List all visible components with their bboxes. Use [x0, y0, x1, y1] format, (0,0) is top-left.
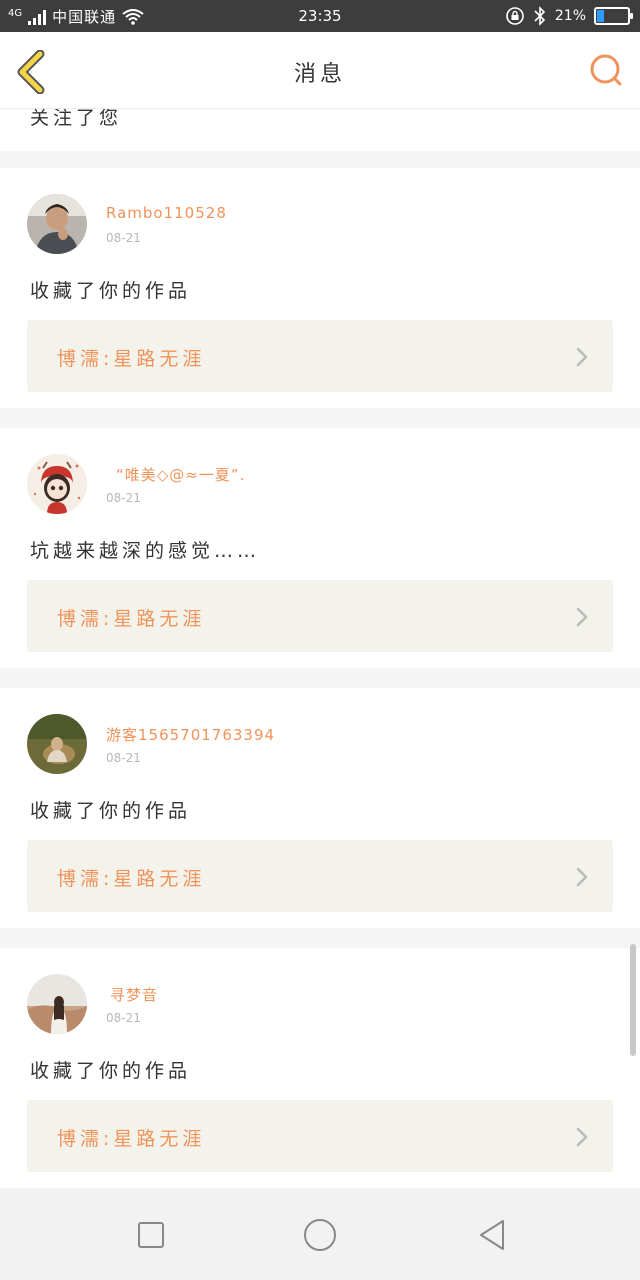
- work-title: 博濡:星路无涯: [57, 1128, 206, 1150]
- message-text: 收藏了你的作品: [30, 800, 192, 822]
- message-list[interactable]: 关注了您 Rambo110528 08-21 收藏了你的作品 博濡:星路无涯 “…: [0, 109, 640, 1190]
- username[interactable]: Rambo110528: [106, 204, 227, 222]
- work-link[interactable]: 博濡:星路无涯: [27, 840, 613, 912]
- message-date: 08-21: [106, 231, 141, 245]
- message-date: 08-21: [106, 491, 141, 505]
- list-item-partial[interactable]: 关注了您: [0, 109, 640, 151]
- message-text: 坑越来越深的感觉……: [30, 540, 261, 562]
- message-text: 收藏了你的作品: [30, 280, 192, 302]
- work-title: 博濡:星路无涯: [57, 348, 206, 370]
- square-icon[interactable]: [136, 1220, 166, 1250]
- app-header: 消息: [0, 32, 640, 109]
- message-date: 08-21: [106, 751, 141, 765]
- triangle-back-icon[interactable]: [476, 1218, 508, 1252]
- page-title: 消息: [293, 62, 346, 87]
- avatar[interactable]: [27, 194, 87, 254]
- rotation-lock-icon: [506, 7, 524, 25]
- system-nav-bar: [0, 1190, 640, 1280]
- list-item[interactable]: Rambo110528 08-21 收藏了你的作品 博濡:星路无涯: [0, 168, 640, 408]
- chevron-right-icon: [576, 1127, 588, 1147]
- list-item[interactable]: “唯美◇@≈一夏”. 08-21 坑越来越深的感觉…… 博濡:星路无涯: [0, 428, 640, 668]
- message-text: 关注了您: [30, 109, 123, 129]
- avatar[interactable]: [27, 714, 87, 774]
- username[interactable]: 游客1565701763394: [106, 724, 275, 745]
- chevron-right-icon: [576, 347, 588, 367]
- work-link[interactable]: 博濡:星路无涯: [27, 1100, 613, 1172]
- chevron-right-icon: [576, 867, 588, 887]
- avatar[interactable]: [27, 974, 87, 1034]
- message-date: 08-21: [106, 1011, 141, 1025]
- work-link[interactable]: 博濡:星路无涯: [27, 580, 613, 652]
- status-right: 21%: [505, 6, 633, 26]
- status-bar: 4G 中国联通 23:35 21%: [0, 0, 640, 32]
- search-icon[interactable]: [588, 52, 624, 88]
- work-title: 博濡:星路无涯: [57, 868, 206, 890]
- message-text: 收藏了你的作品: [30, 1060, 192, 1082]
- bluetooth-icon: [534, 6, 546, 26]
- username[interactable]: “唯美◇@≈一夏”.: [116, 464, 245, 485]
- battery-level: [597, 10, 604, 22]
- list-item[interactable]: 寻梦音 08-21 收藏了你的作品 博濡:星路无涯: [0, 948, 640, 1188]
- work-title: 博濡:星路无涯: [57, 608, 206, 630]
- work-link[interactable]: 博濡:星路无涯: [27, 320, 613, 392]
- battery-percent: 21%: [554, 8, 586, 24]
- list-item[interactable]: 游客1565701763394 08-21 收藏了你的作品 博濡:星路无涯: [0, 688, 640, 928]
- scrollbar[interactable]: [630, 944, 636, 1056]
- avatar[interactable]: [27, 454, 87, 514]
- battery-icon: [594, 7, 633, 25]
- chevron-right-icon: [576, 607, 588, 627]
- circle-icon[interactable]: [302, 1217, 338, 1253]
- username[interactable]: 寻梦音: [110, 984, 158, 1005]
